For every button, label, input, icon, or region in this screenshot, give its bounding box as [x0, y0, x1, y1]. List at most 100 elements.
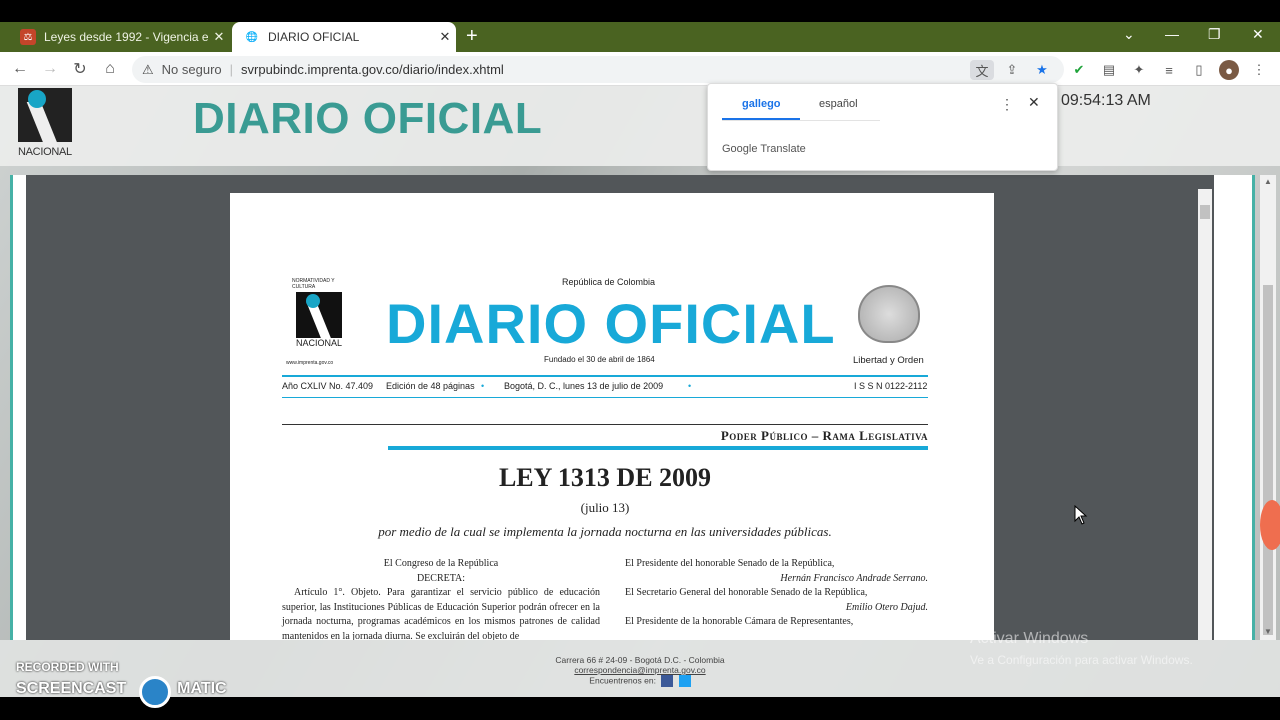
warning-icon[interactable]: ⚠: [142, 62, 154, 78]
forward-button[interactable]: →: [39, 58, 61, 80]
law-favicon-icon: ⚖: [20, 29, 36, 45]
pdf-page: República de Colombia NORMATIVIDAD Y CUL…: [230, 193, 994, 640]
window-close-button[interactable]: ✕: [1252, 26, 1264, 43]
more-options-icon[interactable]: ⋮: [1000, 96, 1014, 113]
translate-provider: Google Translate: [722, 143, 806, 155]
pdf-law-subtitle: por medio de la cual se implementa la jo…: [378, 524, 832, 539]
pdf-secretario-senado: El Secretario General del honorable Sena…: [625, 587, 868, 598]
page-title: DIARIO OFICIAL: [193, 94, 543, 143]
minimize-button[interactable]: —: [1165, 26, 1179, 42]
pdf-articulo: Artículo 1°. Objeto. Para garantizar el …: [282, 587, 600, 640]
pdf-fundado: Fundado el 30 de abril de 1864: [544, 355, 655, 364]
reading-list-icon[interactable]: ≡: [1159, 60, 1179, 80]
translate-tab-gallego[interactable]: gallego: [742, 98, 781, 110]
divider: [282, 375, 928, 377]
divider: [282, 397, 928, 398]
tab-search-icon[interactable]: ⌄: [1123, 26, 1135, 43]
extension-doc-icon[interactable]: ▤: [1099, 60, 1119, 80]
site-header: NACIONAL DIARIO OFICIAL 09:54:13 AM: [0, 86, 1280, 166]
divider: [388, 446, 928, 450]
logo-text: NACIONAL: [18, 146, 72, 158]
windows-watermark-text: Ve a Configuración para activar Windows.: [970, 653, 1193, 667]
web-page: NACIONAL DIARIO OFICIAL 09:54:13 AM ▲ ▼ …: [0, 86, 1280, 697]
logo-dot: [28, 90, 46, 108]
scrollbar-thumb[interactable]: [1263, 285, 1273, 635]
windows-watermark-title: Activar Windows: [970, 630, 1089, 647]
tab-label: Leyes desde 1992 - Vigencia exp: [44, 30, 208, 44]
twitter-icon[interactable]: [678, 675, 691, 687]
browser-tabstrip: ⚖ Leyes desde 1992 - Vigencia exp ✕ 🌐 DI…: [0, 22, 1280, 52]
bookmark-star-icon[interactable]: ★: [1030, 60, 1054, 80]
browser-toolbar: ← → ↻ ⌂ ⚠ No seguro | svrpubindc.imprent…: [0, 52, 1280, 86]
url-text[interactable]: svrpubindc.imprenta.gov.co/diario/index.…: [241, 62, 504, 77]
pdf-republica: República de Colombia: [562, 277, 656, 287]
security-label[interactable]: No seguro: [162, 62, 222, 77]
imprenta-logo[interactable]: NACIONAL: [18, 88, 74, 162]
close-icon[interactable]: ✕: [1028, 94, 1040, 111]
pdf-law-date: (julio 13): [580, 500, 630, 515]
pdf-libertad: Libertad y Orden: [853, 355, 924, 366]
home-button[interactable]: ⌂: [99, 58, 121, 80]
puzzle-icon[interactable]: ✦: [1129, 60, 1149, 80]
translate-icon[interactable]: 文: [970, 60, 994, 80]
pdf-nombre-1: Hernán Francisco Andrade Serrano.: [780, 572, 928, 584]
clock: 09:54:13 AM: [1061, 92, 1151, 109]
tab-label: DIARIO OFICIAL: [268, 30, 360, 44]
pdf-nombre-2: Emilio Otero Dajud.: [845, 601, 928, 613]
divider: |: [229, 62, 234, 77]
close-icon[interactable]: ✕: [434, 29, 456, 45]
close-icon[interactable]: ✕: [208, 29, 230, 45]
translate-tab-espanol[interactable]: español: [819, 98, 858, 110]
screencast-logo-icon: [139, 676, 171, 708]
divider: [722, 120, 880, 121]
pdf-presidente-senado: El Presidente del honorable Senado de la…: [625, 558, 835, 569]
pdf-logo-caption: NORMATIVIDAD Y CULTURA: [292, 278, 335, 290]
pdf-edicion: Edición de 48 páginas: [386, 381, 475, 391]
screencast-brand-right: MATIC: [177, 680, 227, 697]
bullet: •: [481, 381, 485, 391]
avatar[interactable]: ●: [1219, 60, 1239, 80]
address-bar[interactable]: ⚠ No seguro | svrpubindc.imprenta.gov.co…: [132, 56, 1064, 83]
pdf-logo-dot: [306, 294, 320, 308]
extension-check-icon[interactable]: ✔: [1069, 60, 1089, 80]
pdf-right-column: El Presidente del honorable Senado de la…: [625, 557, 928, 630]
scrollbar-thumb[interactable]: [1200, 205, 1210, 219]
screencast-brand-left: SCREENCAST: [16, 680, 127, 697]
side-panel-icon[interactable]: ▯: [1189, 60, 1209, 80]
screen-top-bar: [0, 0, 1280, 22]
pdf-left-column: El Congreso de la República DECRETA: Art…: [282, 557, 600, 640]
bullet: •: [688, 381, 692, 391]
screencast-recorded-label: RECORDED WITH: [16, 660, 119, 674]
restore-button[interactable]: ❐: [1208, 26, 1221, 43]
new-tab-button[interactable]: +: [466, 25, 478, 48]
pdf-fecha: Bogotá, D. C., lunes 13 de julio de 2009: [504, 381, 664, 391]
share-icon[interactable]: ⇪: [1000, 60, 1024, 80]
translate-popup: gallego español Google Translate ⋮ ✕: [707, 83, 1058, 171]
tab-underline: [722, 118, 800, 120]
pdf-logo-www: www.imprenta.gov.co: [286, 360, 334, 366]
tab-leyes[interactable]: ⚖ Leyes desde 1992 - Vigencia exp ✕: [8, 22, 230, 52]
pdf-law-title: LEY 1313 DE 2009: [498, 463, 712, 492]
footer-encuentrenos: Encuentrenos en:: [589, 675, 656, 686]
tab-diario-oficial[interactable]: 🌐 DIARIO OFICIAL ✕: [232, 22, 456, 52]
coat-of-arms-icon: [858, 285, 920, 343]
pdf-section-heading: Poder Público – Rama Legislativa: [720, 428, 928, 443]
pdf-decreta: DECRETA:: [416, 572, 466, 584]
facebook-icon[interactable]: [661, 675, 674, 687]
scroll-down-icon[interactable]: ▼: [1264, 627, 1272, 636]
floating-widget[interactable]: [1260, 500, 1280, 550]
pdf-scrollbar[interactable]: [1198, 189, 1212, 640]
screencast-brand: SCREENCAST MATIC: [16, 680, 227, 698]
page-scrollbar[interactable]: ▲ ▼: [1260, 175, 1276, 640]
pdf-ano: Año CXLIV No. 47.409: [282, 381, 374, 391]
pdf-issn: I S S N 0122-2112: [854, 381, 928, 391]
menu-icon[interactable]: ⋮: [1249, 60, 1269, 80]
screen-bottom-bar: [0, 697, 1280, 720]
pdf-congreso: El Congreso de la República: [383, 558, 499, 569]
pdf-presidente-camara: El Presidente de la honorable Cámara de …: [625, 616, 854, 627]
back-button[interactable]: ←: [9, 58, 31, 80]
pdf-logo-nacional: NACIONAL: [296, 338, 343, 348]
globe-favicon-icon: 🌐: [245, 31, 259, 43]
reload-button[interactable]: ↻: [69, 58, 91, 80]
scroll-up-icon[interactable]: ▲: [1264, 177, 1272, 186]
